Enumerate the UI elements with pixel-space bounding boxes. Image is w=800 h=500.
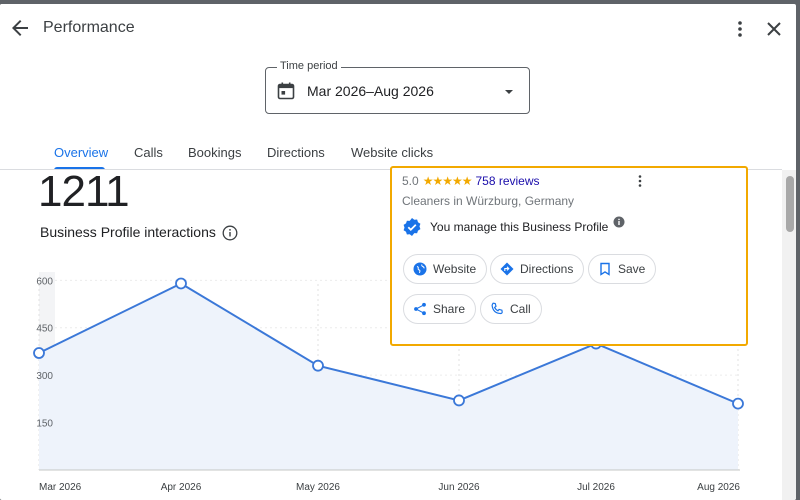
- manage-profile-text: You manage this Business Profile: [430, 220, 609, 234]
- globe-icon: [413, 262, 427, 276]
- x-tick-label: Aug 2026: [697, 482, 740, 493]
- back-arrow-icon[interactable]: [8, 16, 32, 40]
- y-tick-label: 450: [36, 324, 53, 335]
- call-button[interactable]: Call: [480, 294, 542, 324]
- more-vert-icon[interactable]: [632, 173, 648, 189]
- close-icon[interactable]: [762, 17, 786, 41]
- scrollbar-thumb[interactable]: [786, 176, 794, 232]
- call-button-label: Call: [510, 302, 531, 316]
- website-button-label: Website: [433, 262, 477, 276]
- share-icon: [414, 302, 426, 316]
- time-period-label: Time period: [277, 60, 341, 72]
- rating-value: 5.0: [402, 174, 419, 188]
- performance-window: 150 300 450 600 Mar 2026 Apr 2026 May 2026 Jun …: [0, 4, 796, 500]
- share-button-label: Share: [433, 302, 466, 316]
- tab-overview[interactable]: Overview: [54, 145, 108, 160]
- verified-badge-icon: [403, 218, 421, 236]
- x-tick-label: May 2026: [296, 482, 340, 493]
- save-button-label: Save: [618, 262, 646, 276]
- tab-calls[interactable]: Calls: [134, 145, 163, 160]
- time-period-select[interactable]: Time period Mar 2026–Aug 2026: [265, 60, 530, 114]
- save-button[interactable]: Save: [588, 254, 657, 284]
- phone-icon: [491, 302, 503, 315]
- rating-row: 5.0 ★★★★★ 758 reviews: [402, 174, 540, 188]
- more-vert-icon[interactable]: [728, 17, 752, 41]
- star-rating-icon: ★★★★★: [422, 174, 473, 188]
- header: Performance Time period Mar 2026–Aug 202…: [0, 4, 782, 170]
- y-tick-label: 150: [36, 419, 53, 430]
- directions-button[interactable]: Directions: [490, 254, 585, 284]
- share-button[interactable]: Share: [403, 294, 477, 324]
- y-tick-label: 300: [36, 371, 53, 382]
- directions-icon: [500, 262, 514, 276]
- info-filled-icon[interactable]: [613, 216, 625, 228]
- x-tick-label: Jun 2026: [438, 482, 480, 493]
- time-period-value: Mar 2026–Aug 2026: [307, 83, 434, 99]
- data-point: [33, 347, 45, 359]
- data-point: [312, 359, 324, 372]
- business-category: Cleaners in Würzburg, Germany: [402, 194, 575, 208]
- website-button[interactable]: Website: [403, 254, 488, 284]
- data-point: [453, 394, 465, 407]
- tab-website-clicks[interactable]: Website clicks: [351, 145, 433, 160]
- metric-label: Business Profile interactions: [40, 224, 216, 240]
- dropdown-arrow-icon: [505, 90, 513, 94]
- x-tick-label: Apr 2026: [161, 482, 202, 493]
- business-profile-card: 5.0 ★★★★★ 758 reviews Cleaners in Würzburg…: [390, 166, 748, 346]
- bookmark-icon: [600, 262, 610, 276]
- y-tick-label: 600: [36, 276, 53, 287]
- directions-button-label: Directions: [520, 262, 574, 276]
- info-icon[interactable]: [222, 225, 238, 241]
- total-interactions: 1211: [38, 167, 130, 216]
- x-tick-label: Mar 2026: [39, 482, 82, 493]
- x-tick-label: Jul 2026: [577, 482, 615, 493]
- calendar-icon: [277, 82, 295, 100]
- tab-directions[interactable]: Directions: [267, 145, 325, 160]
- data-point: [732, 397, 744, 410]
- page-title: Performance: [43, 19, 135, 36]
- data-point: [175, 277, 187, 290]
- reviews-link[interactable]: 758 reviews: [475, 174, 539, 188]
- tab-bookings[interactable]: Bookings: [188, 145, 241, 160]
